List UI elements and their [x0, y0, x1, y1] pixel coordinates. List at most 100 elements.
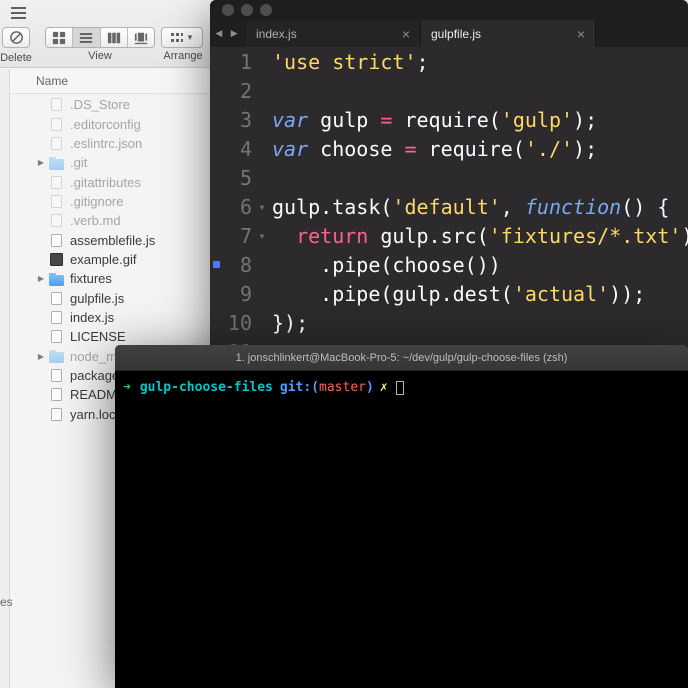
line-number: 8	[239, 252, 252, 277]
code-line: 5	[210, 163, 688, 192]
view-columns-button[interactable]	[101, 28, 128, 47]
code-line: 4 var choose = require('./');	[210, 134, 688, 163]
line-number: 1	[239, 49, 252, 74]
view-list-button[interactable]	[73, 28, 101, 47]
document-icon	[51, 194, 62, 208]
code-line: 2	[210, 76, 688, 105]
code-line: 6 ▾ gulp.task('default', function() {	[210, 192, 688, 221]
tab-nav-arrows[interactable]: ◀ ▶	[210, 20, 246, 47]
document-icon	[51, 310, 62, 324]
code-text: var gulp = require('gulp');	[272, 107, 598, 132]
terminal-title: 1. jonschlinkert@MacBook-Pro-5: ~/dev/gu…	[235, 351, 568, 364]
document-icon	[51, 388, 62, 402]
zoom-window-icon[interactable]	[260, 4, 272, 16]
disclosure-triangle-icon[interactable]: ▶	[34, 274, 48, 283]
line-number: 10	[227, 310, 252, 335]
tab-strip: index.js × gulpfile.js ×	[246, 20, 596, 47]
file-name: .verb.md	[70, 213, 121, 229]
code-text: });	[272, 310, 309, 335]
tab-gulpfile.js[interactable]: gulpfile.js ×	[421, 20, 596, 47]
document-icon	[51, 214, 62, 228]
line-number: 3	[239, 107, 252, 132]
prompt-git-suffix: )	[366, 380, 374, 395]
editor-tabbar: ◀ ▶ index.js × gulpfile.js ×	[210, 20, 688, 47]
code-text: .pipe(gulp.dest('actual'));	[272, 281, 646, 306]
close-window-icon[interactable]	[222, 4, 234, 16]
prompt-directory: gulp-choose-files	[139, 380, 273, 395]
close-icon[interactable]: ×	[402, 27, 410, 41]
line-number: 7	[239, 223, 252, 248]
folder-icon	[49, 350, 64, 364]
file-name: .git	[70, 155, 88, 171]
close-icon[interactable]: ×	[577, 27, 585, 41]
file-name: .DS_Store	[70, 97, 130, 113]
file-name: .gitignore	[70, 193, 124, 209]
document-icon	[51, 291, 62, 305]
line-number: 4	[239, 136, 252, 161]
disclosure-triangle-icon[interactable]: ▶	[34, 352, 48, 361]
fold-arrow-icon[interactable]: ▾	[252, 229, 272, 243]
document-icon	[51, 407, 62, 421]
document-icon	[51, 368, 62, 382]
terminal-body[interactable]: ➜ gulp-choose-files git:(master) ✗	[115, 371, 688, 404]
prompt-arrow-icon: ➜	[123, 380, 131, 395]
code-text: var choose = require('./');	[272, 136, 598, 161]
line-number: 2	[239, 78, 252, 103]
prompt-dirty-icon: ✗	[379, 380, 388, 395]
code-area[interactable]: 1 'use strict'; 2 3 var gulp = require('gulp…	[210, 47, 688, 366]
desktop: Delete View ▼ Arrange Name es .DS_Store …	[0, 0, 688, 688]
arrange-button[interactable]: ▼	[161, 27, 203, 48]
finder-sidebar-strip: es	[0, 69, 13, 688]
file-name: LICENSE	[70, 329, 126, 345]
image-file-icon	[50, 252, 63, 266]
view-group: View	[45, 0, 155, 62]
grid-view-icon	[53, 31, 66, 44]
coverflow-view-icon	[134, 32, 147, 44]
document-icon	[51, 117, 62, 131]
code-text: .pipe(choose())	[272, 252, 501, 277]
folder-icon	[49, 272, 64, 286]
code-text: 'use strict';	[272, 49, 429, 74]
fold-arrow-icon[interactable]: ▾	[252, 200, 272, 214]
terminal-titlebar[interactable]: 1. jonschlinkert@MacBook-Pro-5: ~/dev/gu…	[115, 345, 688, 371]
minimize-window-icon[interactable]	[241, 4, 253, 16]
prompt-git-prefix: git:(	[279, 380, 320, 395]
line-number: 5	[239, 165, 252, 190]
code-line: 7▾ return gulp.src('fixtures/*.txt')	[210, 221, 688, 250]
document-icon	[51, 136, 62, 150]
chevron-down-icon: ▼	[186, 33, 194, 42]
document-icon	[51, 330, 62, 344]
delete-label: Delete	[0, 52, 32, 64]
code-line: 8 .pipe(choose())	[210, 250, 688, 279]
arrange-label: Arrange	[163, 50, 203, 62]
document-icon	[51, 175, 62, 189]
list-view-icon	[80, 32, 93, 43]
view-grid-button[interactable]	[46, 28, 74, 47]
arrange-icon	[171, 32, 184, 42]
terminal-window: 1. jonschlinkert@MacBook-Pro-5: ~/dev/gu…	[115, 345, 688, 688]
view-coverflow-button[interactable]	[128, 28, 154, 47]
delete-button[interactable]	[2, 27, 30, 48]
file-name: index.js	[70, 309, 115, 325]
line-number: 9	[239, 281, 252, 306]
file-name: gulpfile.js	[70, 290, 125, 306]
shell-prompt: ➜ gulp-choose-files git:(master) ✗	[123, 379, 680, 396]
view-segmented-control	[45, 27, 155, 48]
folder-icon	[49, 156, 64, 170]
file-name: fixtures	[70, 271, 112, 287]
tab-label: gulpfile.js	[431, 26, 482, 41]
code-line: 9 .pipe(gulp.dest('actual'));	[210, 279, 688, 308]
file-name: .editorconfig	[70, 116, 141, 132]
view-label: View	[88, 50, 112, 62]
editor-titlebar[interactable]	[210, 0, 688, 20]
tab-index.js[interactable]: index.js ×	[246, 20, 421, 47]
columns-view-icon	[107, 32, 120, 43]
terminal-cursor[interactable]	[395, 380, 404, 395]
document-icon	[51, 233, 62, 247]
delete-group: Delete	[0, 0, 40, 64]
document-icon	[51, 98, 62, 112]
prompt-git-branch: master	[319, 380, 366, 395]
file-name: example.gif	[70, 251, 137, 267]
disclosure-triangle-icon[interactable]: ▶	[34, 158, 48, 167]
code-line: 1 'use strict';	[210, 47, 688, 76]
